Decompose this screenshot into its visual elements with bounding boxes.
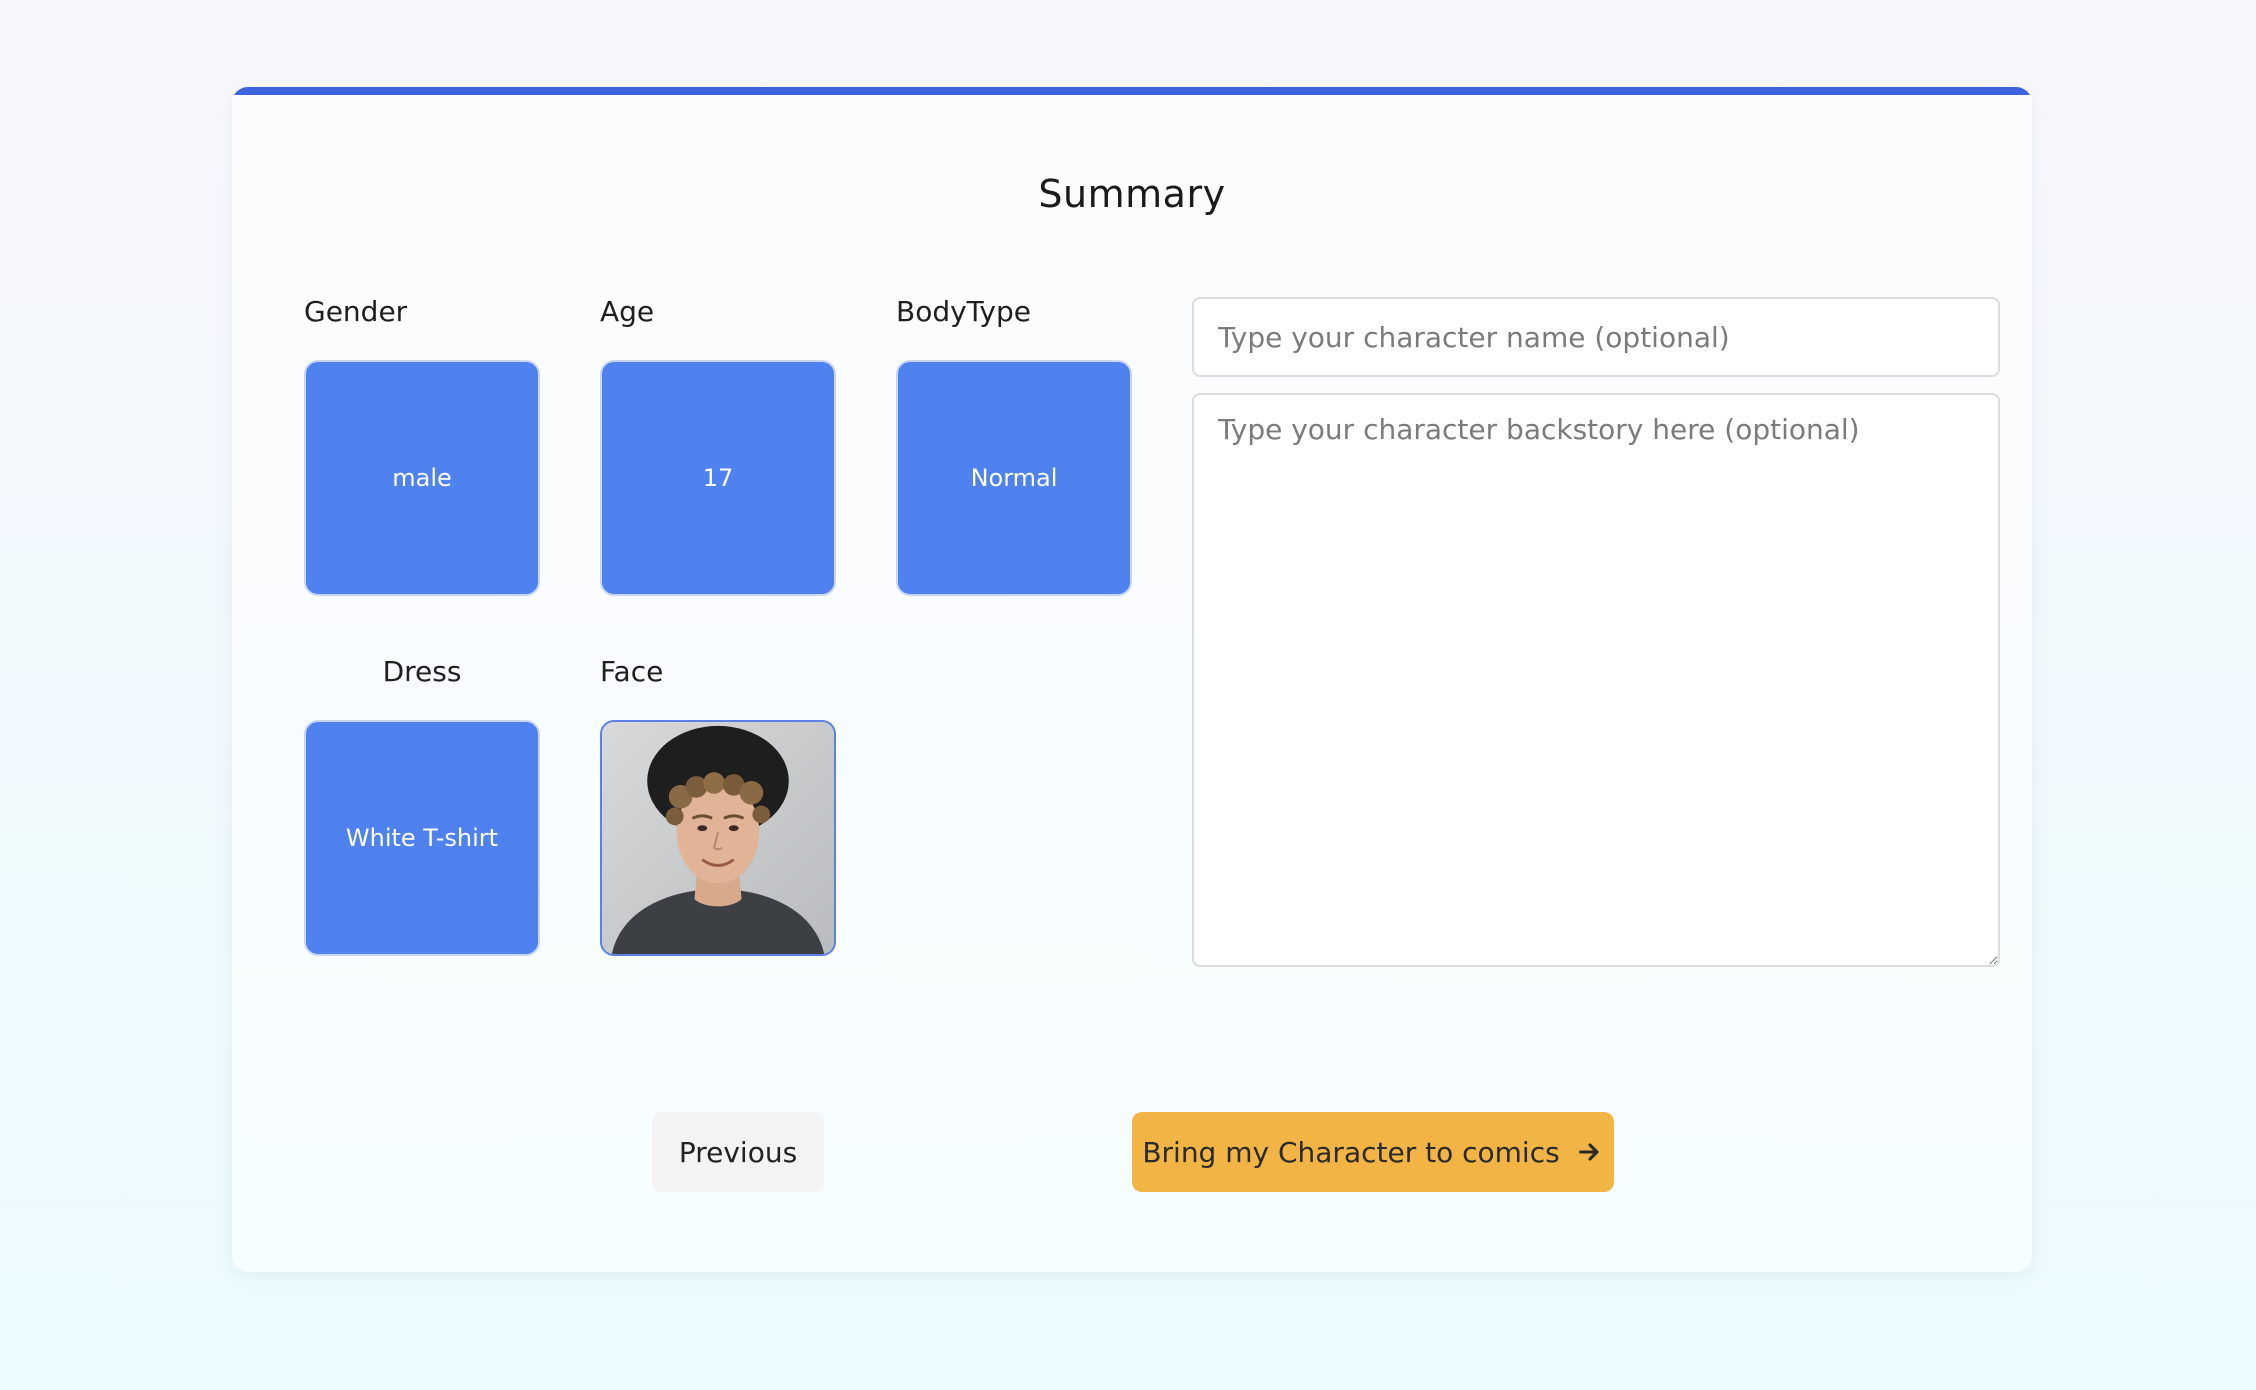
- face-label: Face: [600, 655, 664, 688]
- summary-card: Summary Gender male Age 17 BodyType Norm…: [232, 87, 2032, 1272]
- bring-character-to-comics-button[interactable]: Bring my Character to comics: [1132, 1112, 1614, 1192]
- submit-button-label: Bring my Character to comics: [1142, 1135, 1560, 1169]
- previous-button-label: Previous: [678, 1135, 798, 1169]
- character-backstory-textarea[interactable]: [1192, 393, 2000, 967]
- dress-value: White T-shirt: [345, 824, 499, 852]
- gender-label: Gender: [304, 295, 408, 328]
- card-accent-bar: [232, 87, 2032, 95]
- age-tile[interactable]: 17: [600, 360, 836, 596]
- arrow-right-icon: [1576, 1138, 1604, 1166]
- dress-tile[interactable]: White T-shirt: [304, 720, 540, 956]
- age-value: 17: [702, 464, 734, 492]
- dress-label: Dress: [382, 655, 462, 688]
- face-photo: [602, 722, 834, 954]
- character-name-input[interactable]: [1192, 297, 2000, 377]
- bodytype-tile[interactable]: Normal: [896, 360, 1132, 596]
- previous-button[interactable]: Previous: [652, 1112, 824, 1192]
- bodytype-value: Normal: [970, 464, 1058, 492]
- gender-tile[interactable]: male: [304, 360, 540, 596]
- bodytype-label: BodyType: [896, 295, 1031, 328]
- page-title: Summary: [1038, 172, 1226, 216]
- age-label: Age: [600, 295, 655, 328]
- face-tile[interactable]: [600, 720, 836, 956]
- gender-value: male: [392, 464, 452, 492]
